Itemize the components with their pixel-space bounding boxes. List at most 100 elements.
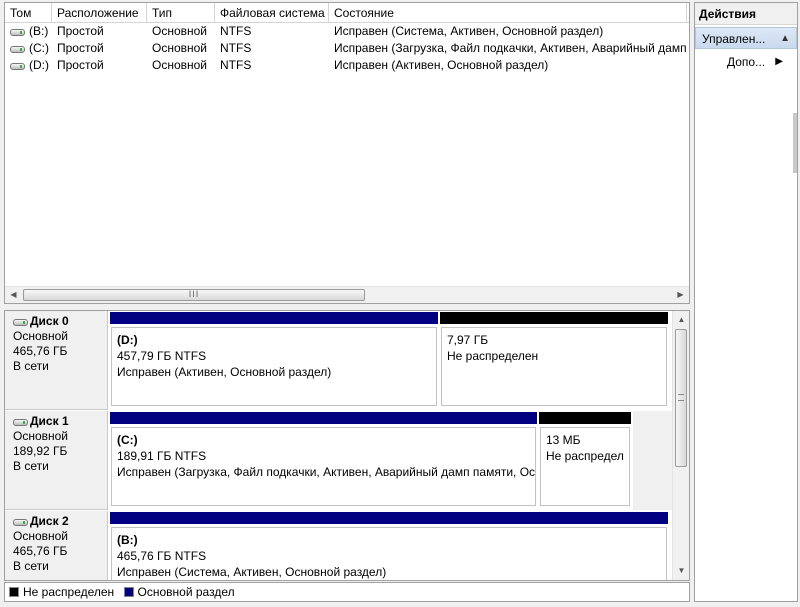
actions-section-label: Управлен... — [702, 32, 766, 46]
legend-item-unallocated: Не распределен — [9, 585, 118, 599]
more-actions-item[interactable]: Допо... ▶ — [695, 51, 797, 73]
volume-filesystem: NTFS — [220, 24, 252, 38]
legend-label-primary: Основной раздел — [137, 585, 235, 599]
scrollbar-thumb[interactable] — [675, 329, 687, 467]
scroll-right-icon[interactable]: ▶ — [672, 287, 689, 303]
partition-unallocated-1[interactable]: 13 МБ Не распредел — [538, 411, 632, 508]
column-header-type[interactable]: Тип — [147, 3, 215, 23]
volume-name: (D:) — [29, 58, 49, 72]
partition-b[interactable]: (B:) 465,76 ГБ NTFS Исправен (Система, А… — [109, 511, 669, 580]
volume-name: (C:) — [29, 41, 49, 55]
volume-filesystem: NTFS — [220, 41, 252, 55]
disk-icon — [13, 419, 28, 426]
actions-section-header[interactable]: Управлен... ▲ — [695, 27, 797, 49]
partition-status: Не распредел — [546, 449, 624, 463]
volume-name: (B:) — [29, 24, 49, 38]
volume-type: Основной — [152, 41, 208, 55]
partition-title: (B:) — [117, 533, 138, 547]
volume-row-b[interactable]: (B:) Простой Основной NTFS Исправен (Сис… — [5, 23, 689, 40]
disk-icon — [13, 319, 28, 326]
legend: Не распределен Основной раздел — [4, 582, 690, 602]
disk-map-vertical-scrollbar[interactable]: ▲ ▼ — [672, 311, 689, 580]
disk-label[interactable]: Диск 1 Основной 189,92 ГБ В сети — [5, 411, 108, 510]
disk-icon — [13, 519, 28, 526]
volume-status: Исправен (Система, Активен, Основной раз… — [334, 24, 604, 38]
scroll-up-icon[interactable]: ▲ — [673, 313, 689, 327]
column-header-volume[interactable]: Том — [5, 3, 52, 23]
disk-name: Диск 2 — [30, 514, 69, 528]
legend-item-primary: Основной раздел — [123, 585, 235, 599]
more-actions-label: Допо... — [727, 55, 766, 69]
volume-list-header: Том Расположение Тип Файловая система Со… — [5, 3, 689, 23]
partition-status: Исправен (Загрузка, Файл подкачки, Актив… — [117, 465, 536, 479]
collapse-up-icon[interactable]: ▲ — [780, 28, 790, 50]
disk-size: 465,76 ГБ — [13, 344, 68, 358]
partition-title: (D:) — [117, 333, 138, 347]
volume-status: Исправен (Загрузка, Файл подкачки, Актив… — [334, 41, 687, 55]
disk-empty-area — [633, 411, 673, 510]
actions-scrollbar[interactable] — [793, 113, 797, 173]
disk-row-2: Диск 2 Основной 465,76 ГБ В сети (B:) 46… — [5, 511, 673, 580]
disk-row-0: Диск 0 Основной 465,76 ГБ В сети (D:) 45… — [5, 311, 673, 410]
volume-filesystem: NTFS — [220, 58, 252, 72]
volume-icon — [10, 29, 25, 36]
volume-type: Основной — [152, 58, 208, 72]
legend-label-unallocated: Не распределен — [23, 585, 115, 599]
disk-size: 465,76 ГБ — [13, 544, 68, 558]
disk-kind: Основной — [13, 329, 69, 343]
disk-size: 189,92 ГБ — [13, 444, 68, 458]
legend-swatch-unallocated — [9, 587, 19, 597]
partition-status: Исправен (Активен, Основной раздел) — [117, 365, 332, 379]
volume-icon — [10, 63, 25, 70]
disk-kind: Основной — [13, 529, 69, 543]
volume-row-c[interactable]: (C:) Простой Основной NTFS Исправен (Заг… — [5, 40, 689, 57]
actions-title: Действия — [695, 3, 797, 25]
partition-size: 465,76 ГБ NTFS — [117, 549, 207, 563]
partition-color-bar — [109, 511, 669, 525]
submenu-arrow-icon: ▶ — [775, 56, 783, 67]
disk-name: Диск 1 — [30, 414, 69, 428]
scrollbar-thumb[interactable]: III — [23, 289, 365, 301]
volume-layout: Простой — [57, 41, 104, 55]
column-header-layout[interactable]: Расположение — [52, 3, 147, 23]
partition-size: 13 МБ — [546, 433, 581, 447]
disk-state: В сети — [13, 359, 49, 373]
partition-title: (C:) — [117, 433, 138, 447]
disk-label[interactable]: Диск 0 Основной 465,76 ГБ В сети — [5, 311, 108, 410]
scroll-grip-icon — [678, 394, 684, 401]
scroll-left-icon[interactable]: ◀ — [5, 287, 22, 303]
partition-status: Не распределен — [447, 349, 539, 363]
volume-list: Том Расположение Тип Файловая система Со… — [4, 2, 690, 304]
partition-size: 7,97 ГБ — [447, 333, 489, 347]
column-header-status[interactable]: Состояние — [329, 3, 687, 23]
disk-kind: Основной — [13, 429, 69, 443]
volume-layout: Простой — [57, 58, 104, 72]
volume-row-d[interactable]: (D:) Простой Основной NTFS Исправен (Акт… — [5, 57, 689, 74]
actions-pane: Действия Управлен... ▲ Допо... ▶ — [694, 2, 798, 602]
volume-status: Исправен (Активен, Основной раздел) — [334, 58, 549, 72]
disk-label[interactable]: Диск 2 Основной 465,76 ГБ В сети — [5, 511, 108, 580]
scroll-down-icon[interactable]: ▼ — [673, 564, 689, 578]
legend-swatch-primary — [123, 587, 134, 597]
partition-color-bar — [109, 311, 439, 325]
volume-list-horizontal-scrollbar[interactable]: ◀ III ▶ — [5, 286, 689, 303]
disk-row-1: Диск 1 Основной 189,92 ГБ В сети (C:) 18… — [5, 411, 673, 510]
disk-name: Диск 0 — [30, 314, 69, 328]
partition-size: 457,79 ГБ NTFS — [117, 349, 207, 363]
partition-d[interactable]: (D:) 457,79 ГБ NTFS Исправен (Активен, О… — [109, 311, 439, 408]
partition-status: Исправен (Система, Активен, Основной раз… — [117, 565, 387, 579]
partition-c[interactable]: (C:) 189,91 ГБ NTFS Исправен (Загрузка, … — [109, 411, 538, 508]
partition-size: 189,91 ГБ NTFS — [117, 449, 207, 463]
partition-color-bar — [538, 411, 632, 425]
volume-icon — [10, 46, 25, 53]
column-header-filesystem[interactable]: Файловая система — [215, 3, 329, 23]
disk-map: Диск 0 Основной 465,76 ГБ В сети (D:) 45… — [4, 310, 690, 581]
volume-type: Основной — [152, 24, 208, 38]
disk-state: В сети — [13, 559, 49, 573]
scroll-grip-icon: III — [188, 289, 200, 299]
disk-state: В сети — [13, 459, 49, 473]
volume-layout: Простой — [57, 24, 104, 38]
partition-color-bar — [109, 411, 538, 425]
partition-color-bar — [439, 311, 669, 325]
partition-unallocated-0[interactable]: 7,97 ГБ Не распределен — [439, 311, 669, 408]
